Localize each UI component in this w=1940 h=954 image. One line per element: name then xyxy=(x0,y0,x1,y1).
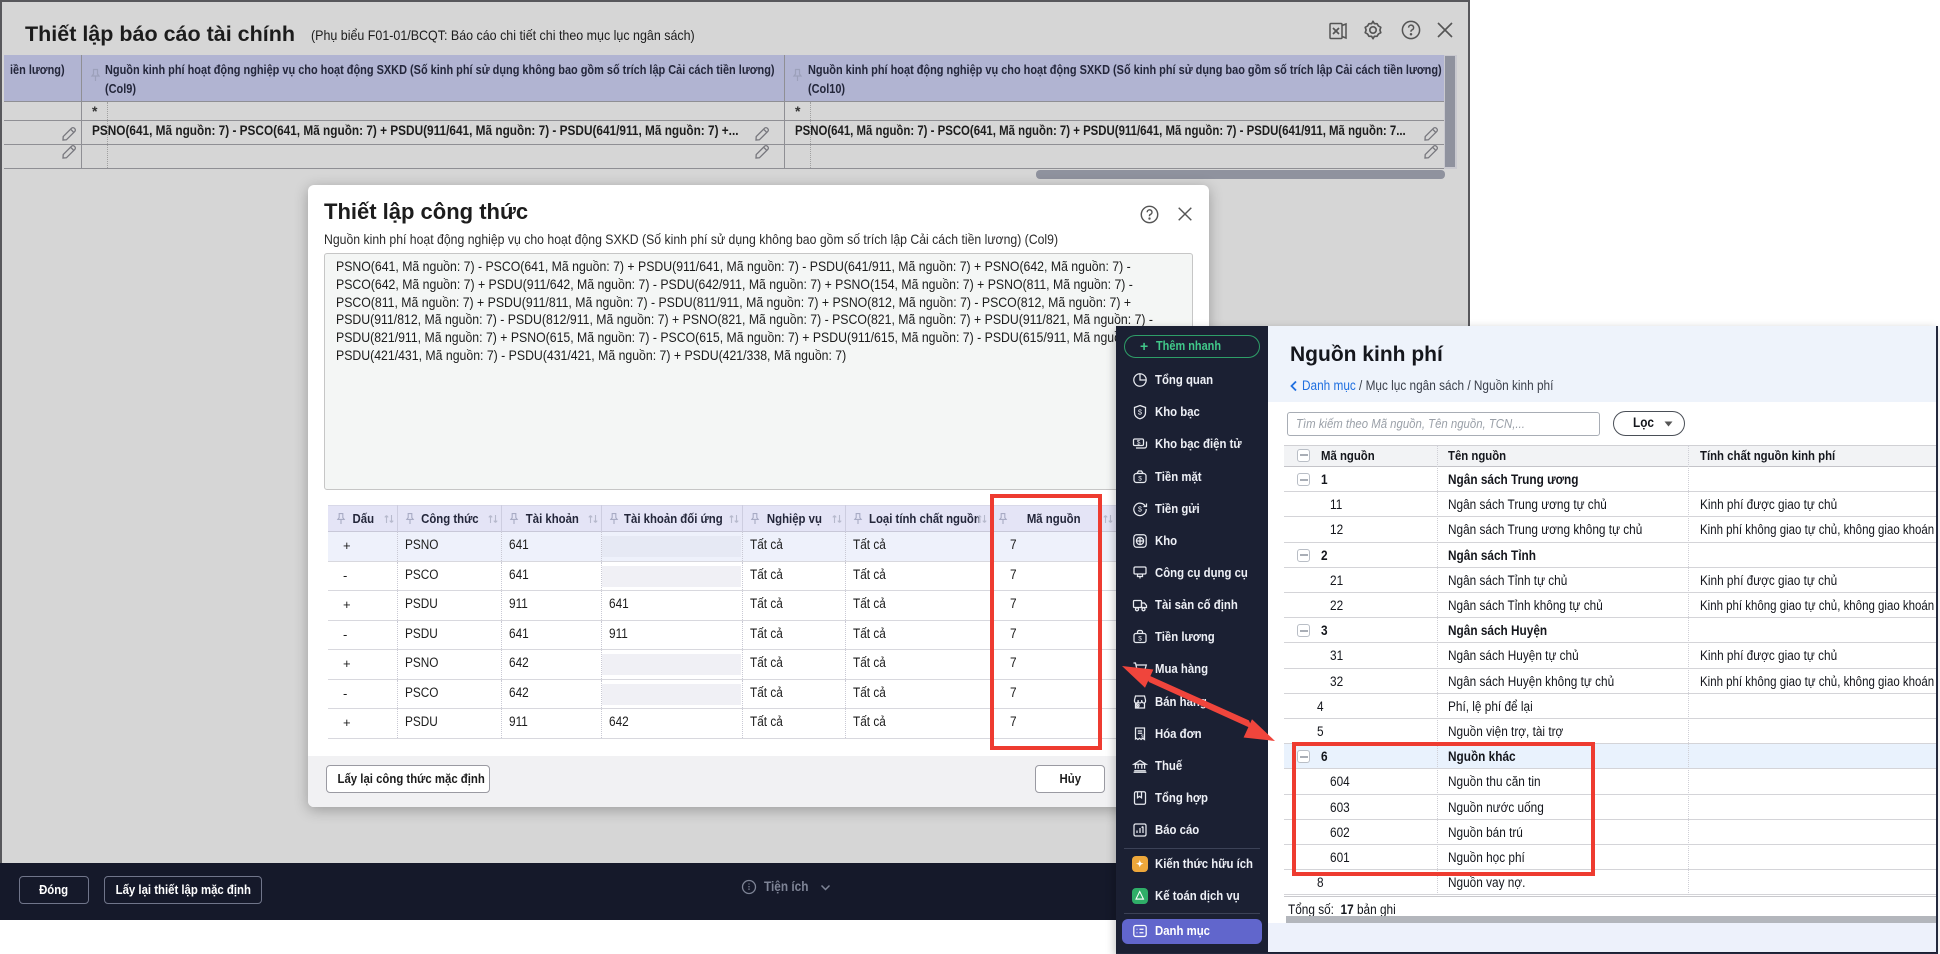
svg-text:$: $ xyxy=(1137,439,1141,446)
svg-text:$: $ xyxy=(1138,475,1142,482)
svg-text:$: $ xyxy=(1138,408,1143,417)
svg-text:$: $ xyxy=(1138,507,1142,514)
svg-text:$: $ xyxy=(1138,636,1142,643)
